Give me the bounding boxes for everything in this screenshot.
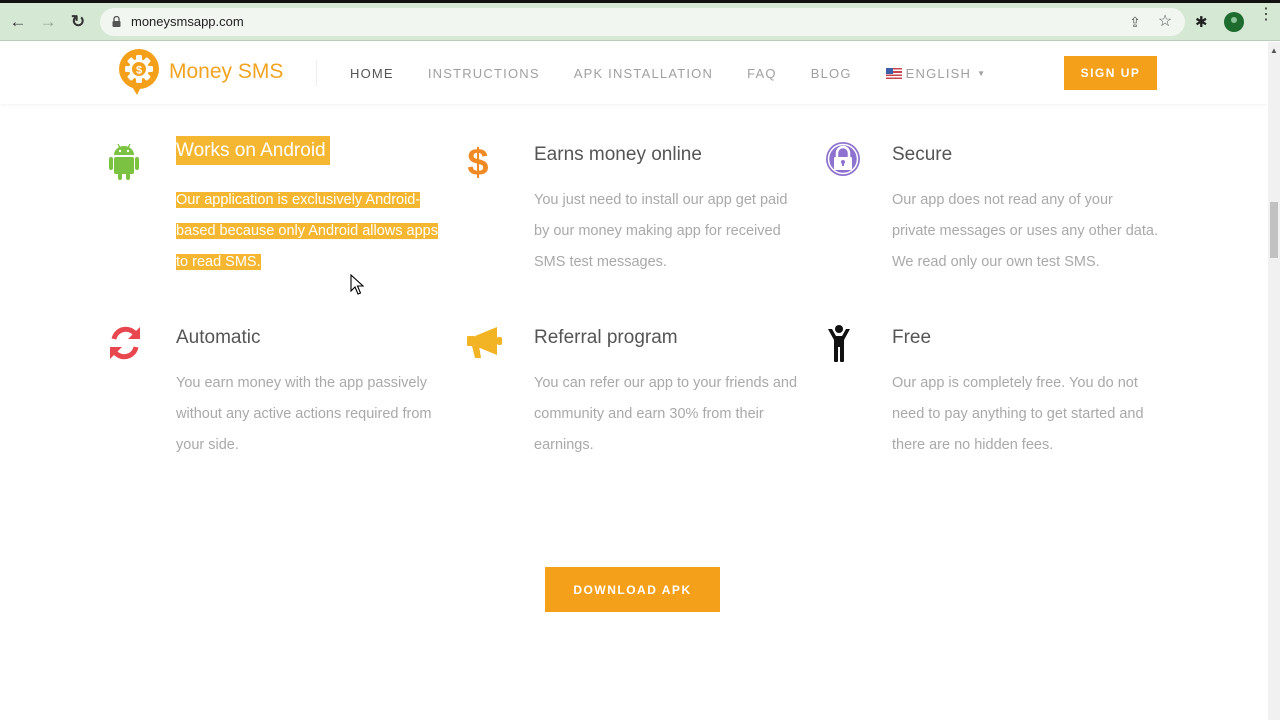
reload-button[interactable]: ↻ bbox=[67, 11, 89, 33]
feature-description: Our app is completely free. You do not n… bbox=[892, 375, 1144, 453]
lock-icon bbox=[826, 142, 860, 176]
feature-title: Referral program bbox=[534, 327, 678, 348]
us-flag-icon bbox=[885, 68, 902, 79]
nav-faq[interactable]: FAQ bbox=[747, 66, 777, 81]
brand-logo[interactable]: $ Money SMS bbox=[117, 49, 283, 95]
feature-title: Automatic bbox=[176, 327, 261, 348]
feature-description: You just need to install our app get pai… bbox=[534, 192, 788, 270]
download-apk-button[interactable]: DOWNLOAD APK bbox=[545, 567, 720, 612]
feature-title: Free bbox=[892, 327, 932, 348]
child-icon bbox=[828, 325, 850, 362]
profile-avatar[interactable] bbox=[1224, 12, 1244, 32]
extensions-puzzle-icon[interactable]: ✱ bbox=[1195, 13, 1208, 31]
header-divider bbox=[316, 60, 317, 86]
refresh-icon bbox=[110, 326, 140, 360]
feature-description: You earn money with the app passively wi… bbox=[176, 375, 432, 453]
brand-name: Money SMS bbox=[169, 60, 284, 83]
nav-blog[interactable]: BLOG bbox=[811, 66, 852, 81]
dollar-icon: $ bbox=[467, 142, 488, 184]
feature-title: Earns money online bbox=[534, 144, 702, 165]
caret-down-icon: ▼ bbox=[977, 69, 987, 78]
address-bar[interactable]: moneysmsapp.com ⇪ ☆ bbox=[100, 8, 1185, 36]
scroll-up-arrow-icon[interactable]: ▲ bbox=[1270, 46, 1278, 55]
browser-menu-icon[interactable]: ⋮ bbox=[1258, 7, 1274, 23]
url-text[interactable]: moneysmsapp.com bbox=[131, 14, 244, 29]
forward-arrow-icon: → bbox=[39, 12, 57, 31]
feature-title: Secure bbox=[892, 144, 953, 165]
sign-up-button[interactable]: SIGN UP bbox=[1064, 56, 1157, 90]
language-selector[interactable]: ENGLISH ▼ bbox=[885, 66, 987, 81]
main-nav: HOME INSTRUCTIONS APK INSTALLATION FAQ B… bbox=[350, 66, 986, 81]
browser-toolbar: ← → ↻ moneysmsapp.com ⇪ ☆ ✱ ⋮ bbox=[0, 3, 1280, 41]
feature-description: Our app does not read any of your privat… bbox=[892, 192, 1158, 270]
bookmark-star-icon[interactable]: ☆ bbox=[1156, 13, 1174, 31]
feature-description: Our application is exclusively Android- … bbox=[176, 192, 438, 270]
feature-title: Works on Android bbox=[176, 136, 330, 165]
back-button[interactable]: ← bbox=[7, 11, 29, 33]
nav-home[interactable]: HOME bbox=[350, 66, 394, 81]
svg-text:$: $ bbox=[467, 142, 488, 184]
site-header: $ Money SMS HOME INSTRUCTIONS APK INSTAL… bbox=[0, 42, 1268, 104]
svg-text:$: $ bbox=[136, 65, 142, 77]
android-icon bbox=[109, 143, 139, 180]
mouse-cursor-icon bbox=[350, 274, 364, 295]
share-icon[interactable]: ⇪ bbox=[1126, 13, 1144, 31]
back-arrow-icon: ← bbox=[9, 12, 27, 31]
reload-icon: ↻ bbox=[70, 12, 86, 31]
nav-instructions[interactable]: INSTRUCTIONS bbox=[428, 66, 540, 81]
forward-button[interactable]: → bbox=[37, 11, 59, 33]
feature-description: You can refer our app to your friends an… bbox=[534, 375, 798, 453]
scrollbar-thumb[interactable] bbox=[1270, 202, 1278, 258]
megaphone-icon bbox=[467, 327, 502, 358]
nav-apk-installation[interactable]: APK INSTALLATION bbox=[574, 66, 713, 81]
language-label: ENGLISH bbox=[905, 66, 972, 81]
page-scrollbar[interactable]: ▲ bbox=[1268, 42, 1280, 720]
money-gear-logo-icon: $ bbox=[119, 49, 159, 95]
lock-icon[interactable] bbox=[112, 16, 121, 27]
